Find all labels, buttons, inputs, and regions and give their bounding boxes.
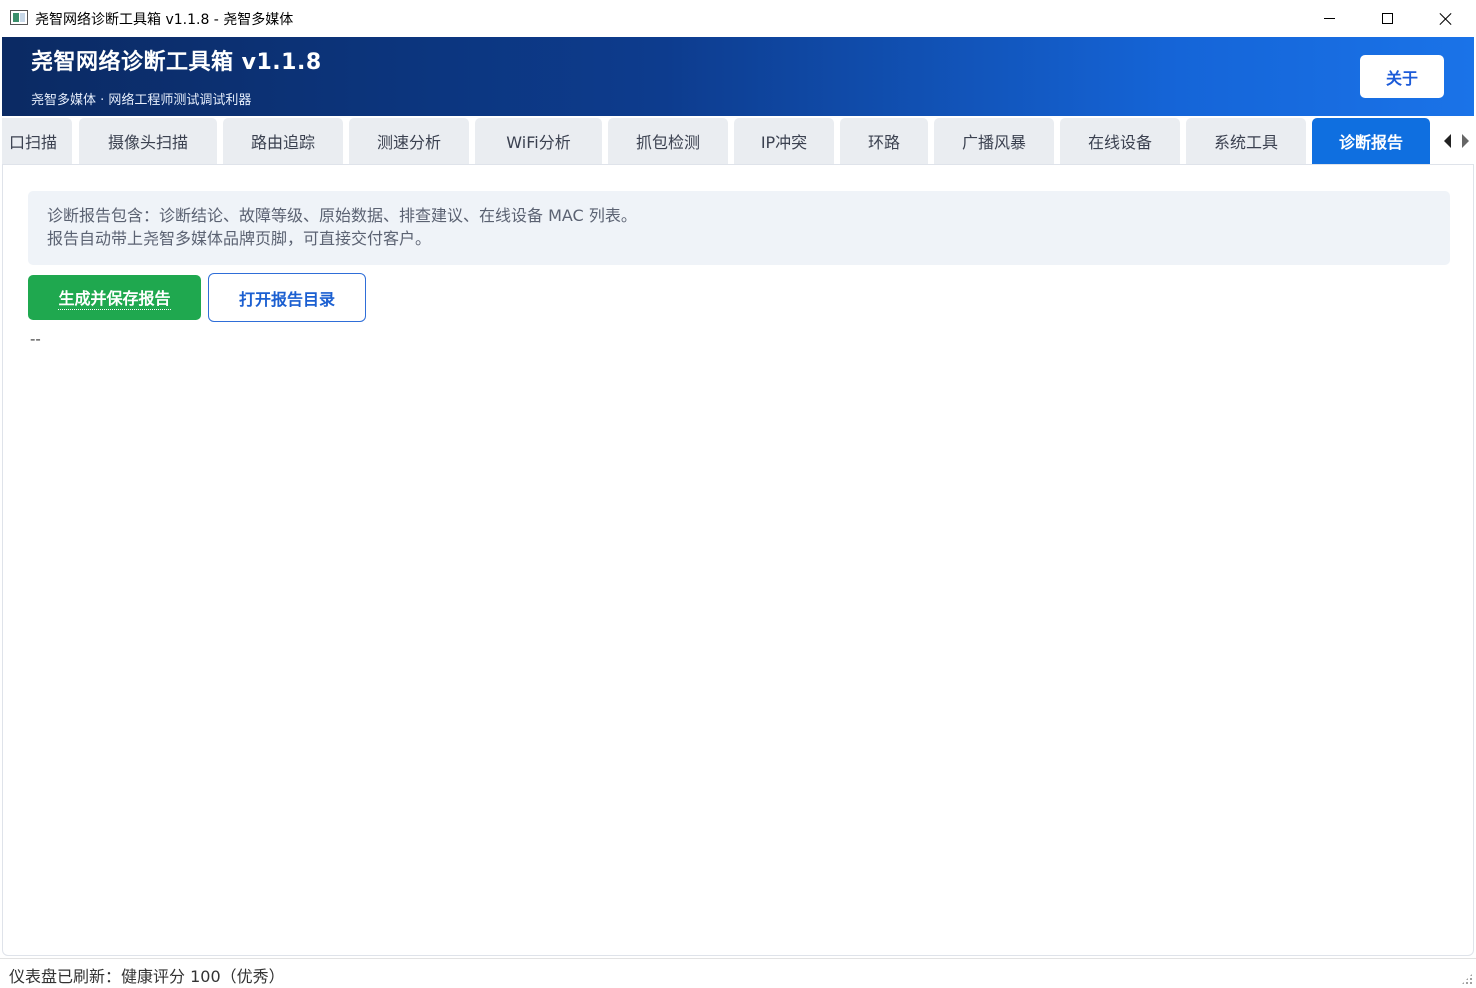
tab-online-devices[interactable]: 在线设备 xyxy=(1060,118,1180,164)
generate-report-button[interactable]: 生成并保存报告 xyxy=(28,275,201,320)
info-line-2: 报告自动带上尧智多媒体品牌页脚，可直接交付客户。 xyxy=(47,229,432,248)
header-banner: 尧智网络诊断工具箱 v1.1.8 尧智多媒体 · 网络工程师测试调试利器 关于 xyxy=(2,37,1474,116)
title-bar[interactable]: 尧智网络诊断工具箱 v1.1.8 - 尧智多媒体 xyxy=(0,0,1476,37)
tab-broadcast-storm[interactable]: 广播风暴 xyxy=(934,118,1054,164)
minimize-icon xyxy=(1323,18,1335,19)
resize-grip-icon[interactable] xyxy=(1461,973,1473,985)
app-title: 尧智网络诊断工具箱 v1.1.8 xyxy=(31,50,322,75)
report-info-box: 诊断报告包含：诊断结论、故障等级、原始数据、排查建议、在线设备 MAC 列表。 … xyxy=(28,191,1450,265)
tab-ip-conflict[interactable]: IP冲突 xyxy=(734,118,834,164)
minimize-button[interactable] xyxy=(1300,0,1358,37)
tab-diagnostic-report[interactable]: 诊断报告 xyxy=(1312,118,1430,164)
maximize-icon xyxy=(1381,13,1393,24)
app-subtitle: 尧智多媒体 · 网络工程师测试调试利器 xyxy=(31,93,252,108)
report-panel: 诊断报告包含：诊断结论、故障等级、原始数据、排查建议、在线设备 MAC 列表。 … xyxy=(2,164,1474,956)
window-title: 尧智网络诊断工具箱 v1.1.8 - 尧智多媒体 xyxy=(35,12,294,28)
tab-port-scan[interactable]: 口扫描 xyxy=(2,118,72,164)
tab-scroll-left[interactable] xyxy=(1438,126,1456,156)
tab-scroll-right[interactable] xyxy=(1456,126,1474,156)
tab-packet-capture[interactable]: 抓包检测 xyxy=(608,118,728,164)
status-bar: 仪表盘已刷新：健康评分 100（优秀） xyxy=(0,958,1476,988)
open-report-dir-button[interactable]: 打开报告目录 xyxy=(208,273,366,322)
status-text: 仪表盘已刷新：健康评分 100（优秀） xyxy=(9,967,285,986)
about-button[interactable]: 关于 xyxy=(1360,55,1444,98)
tab-loop[interactable]: 环路 xyxy=(840,118,928,164)
maximize-button[interactable] xyxy=(1358,0,1416,37)
arrow-left-icon xyxy=(1443,134,1451,148)
tab-camera-scan[interactable]: 摄像头扫描 xyxy=(79,118,217,164)
arrow-right-icon xyxy=(1461,134,1469,148)
tab-route-trace[interactable]: 路由追踪 xyxy=(223,118,343,164)
tab-speed-test[interactable]: 测速分析 xyxy=(349,118,469,164)
generate-report-label: 生成并保存报告 xyxy=(58,285,171,310)
tab-bar: 口扫描 摄像头扫描 路由追踪 测速分析 WiFi分析 抓包检测 IP冲突 环路 … xyxy=(2,116,1474,164)
tab-system-tools[interactable]: 系统工具 xyxy=(1186,118,1306,164)
tab-wifi-analysis[interactable]: WiFi分析 xyxy=(475,118,602,164)
close-button[interactable] xyxy=(1416,0,1474,37)
report-output: -- xyxy=(30,330,41,348)
app-icon xyxy=(10,10,28,25)
info-line-1: 诊断报告包含：诊断结论、故障等级、原始数据、排查建议、在线设备 MAC 列表。 xyxy=(47,206,637,225)
app-window: 尧智网络诊断工具箱 v1.1.8 - 尧智多媒体 尧智网络诊断工具箱 v1.1.… xyxy=(0,0,1476,988)
close-icon xyxy=(1439,12,1452,25)
